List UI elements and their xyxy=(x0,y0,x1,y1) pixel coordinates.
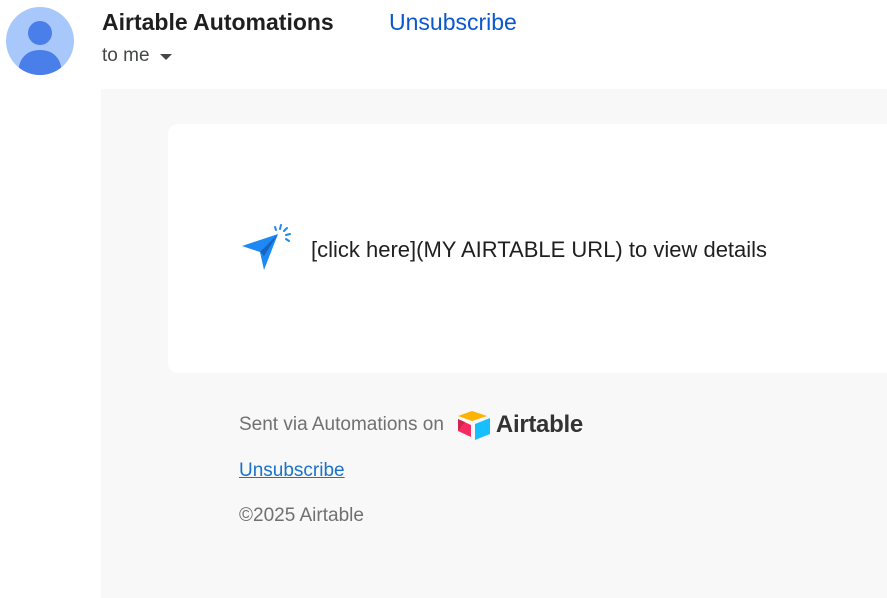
sender-avatar[interactable] xyxy=(6,7,74,75)
sent-via-text: Sent via Automations on xyxy=(239,414,444,435)
airtable-logo-icon xyxy=(457,411,490,440)
unsubscribe-header-link[interactable]: Unsubscribe xyxy=(389,9,517,36)
recipient-details-toggle[interactable]: to me xyxy=(102,45,172,67)
caret-down-icon xyxy=(159,54,172,60)
email-body: [click here](MY AIRTABLE URL) to view de… xyxy=(101,89,887,598)
send-paper-plane-icon xyxy=(242,224,291,270)
email-view: Airtable Automations Unsubscribe to me [… xyxy=(0,0,887,598)
message-row: [click here](MY AIRTABLE URL) to view de… xyxy=(240,224,767,276)
airtable-logo-text: Airtable xyxy=(495,411,583,438)
person-avatar-icon xyxy=(18,21,62,75)
message-text: [click here](MY AIRTABLE URL) to view de… xyxy=(311,237,768,262)
recipient-label: to me xyxy=(102,45,150,66)
airtable-logo[interactable]: Airtable xyxy=(456,410,583,440)
message-card: [click here](MY AIRTABLE URL) to view de… xyxy=(168,124,887,373)
sender-name: Airtable Automations xyxy=(102,9,334,35)
footer-sent-via: Sent via Automations on Airtable xyxy=(239,410,583,440)
unsubscribe-footer-link[interactable]: Unsubscribe xyxy=(239,460,345,482)
copyright-text: ©2025 Airtable xyxy=(239,505,364,526)
